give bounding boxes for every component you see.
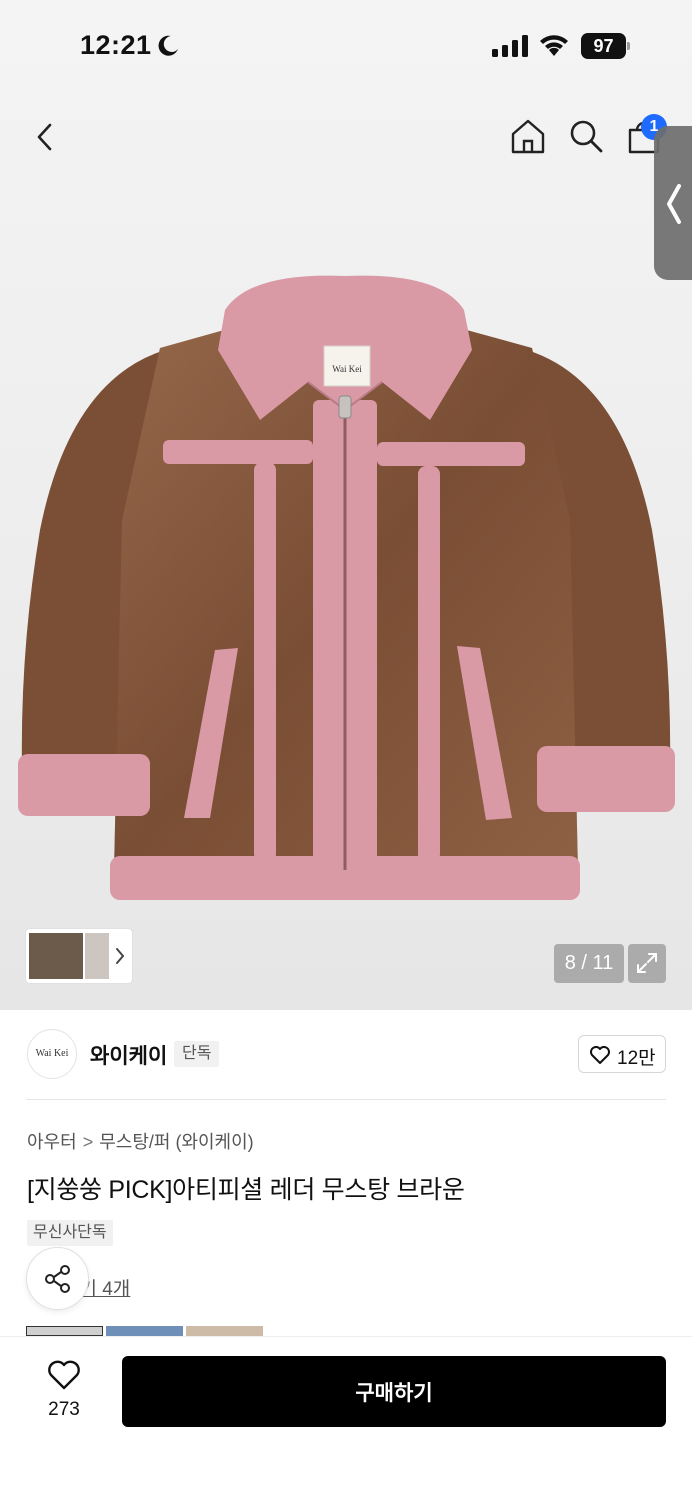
divider bbox=[26, 1099, 666, 1100]
status-bar: 12:21 97 bbox=[0, 0, 692, 95]
product-image[interactable]: Wai Kei bbox=[10, 270, 682, 910]
review-thumbnail[interactable] bbox=[186, 1326, 263, 1336]
brand-name[interactable]: 와이케이 bbox=[90, 1040, 167, 1070]
share-button[interactable] bbox=[26, 1247, 89, 1310]
home-icon bbox=[511, 119, 545, 154]
battery-cap bbox=[627, 42, 630, 50]
battery-indicator: 97 bbox=[581, 33, 631, 59]
wifi-icon bbox=[540, 35, 568, 56]
brand-exclusive-badge: 단독 bbox=[174, 1041, 220, 1067]
svg-text:Wai Kei: Wai Kei bbox=[332, 364, 362, 374]
review-thumbnail[interactable] bbox=[26, 1326, 103, 1336]
search-button[interactable] bbox=[567, 116, 605, 156]
heart-icon bbox=[48, 1360, 80, 1390]
moon-icon bbox=[158, 35, 178, 56]
share-icon bbox=[45, 1265, 70, 1293]
review-thumbnails[interactable] bbox=[26, 1326, 286, 1336]
wishlist-count: 273 bbox=[48, 1399, 80, 1420]
back-button[interactable] bbox=[30, 117, 62, 157]
buy-button[interactable]: 구매하기 bbox=[122, 1356, 666, 1427]
thumbnail-image[interactable] bbox=[85, 933, 109, 979]
home-button[interactable] bbox=[508, 116, 548, 156]
chevron-right-icon bbox=[116, 948, 125, 964]
battery-level: 97 bbox=[581, 33, 626, 59]
brand-like-count: 12만 bbox=[617, 1048, 656, 1069]
breadcrumb-subcategory[interactable]: 무스탕/퍼 (와이케이) bbox=[99, 1128, 253, 1154]
review-thumbnail[interactable] bbox=[106, 1326, 183, 1336]
exclusive-badge: 무신사단독 bbox=[27, 1220, 113, 1246]
heart-icon bbox=[590, 1046, 610, 1064]
expand-icon bbox=[637, 953, 657, 973]
chevron-left-icon bbox=[667, 184, 681, 224]
bottom-action-bar: 273 구매하기 bbox=[0, 1336, 692, 1500]
signal-icon bbox=[492, 35, 528, 57]
image-counter: 8 / 11 bbox=[554, 944, 624, 983]
product-gallery[interactable]: 12:21 97 1 Wai Kei 8 / 11 bbox=[0, 0, 692, 1010]
brand-row[interactable]: Wai Kei 와이케이 단독 12만 bbox=[0, 1010, 692, 1100]
breadcrumb: 아우터 > 무스탕/퍼 (와이케이) bbox=[27, 1128, 254, 1154]
brand-like-button[interactable]: 12만 bbox=[578, 1035, 666, 1073]
back-icon bbox=[37, 123, 52, 151]
expand-button[interactable] bbox=[628, 944, 666, 983]
thumbnail-strip[interactable] bbox=[26, 929, 132, 983]
status-time: 12:21 bbox=[80, 30, 152, 60]
thumbnail-image[interactable] bbox=[29, 933, 83, 979]
search-icon bbox=[570, 120, 603, 153]
brand-logo[interactable]: Wai Kei bbox=[27, 1029, 77, 1079]
side-panel-handle[interactable] bbox=[654, 126, 692, 280]
wishlist-button[interactable]: 273 bbox=[36, 1355, 92, 1425]
breadcrumb-category[interactable]: 아우터 bbox=[27, 1128, 77, 1154]
product-title: [지쑹쑹 PICK]아티피셜 레더 무스탕 브라운 bbox=[27, 1176, 465, 1204]
breadcrumb-separator: > bbox=[82, 1132, 94, 1152]
